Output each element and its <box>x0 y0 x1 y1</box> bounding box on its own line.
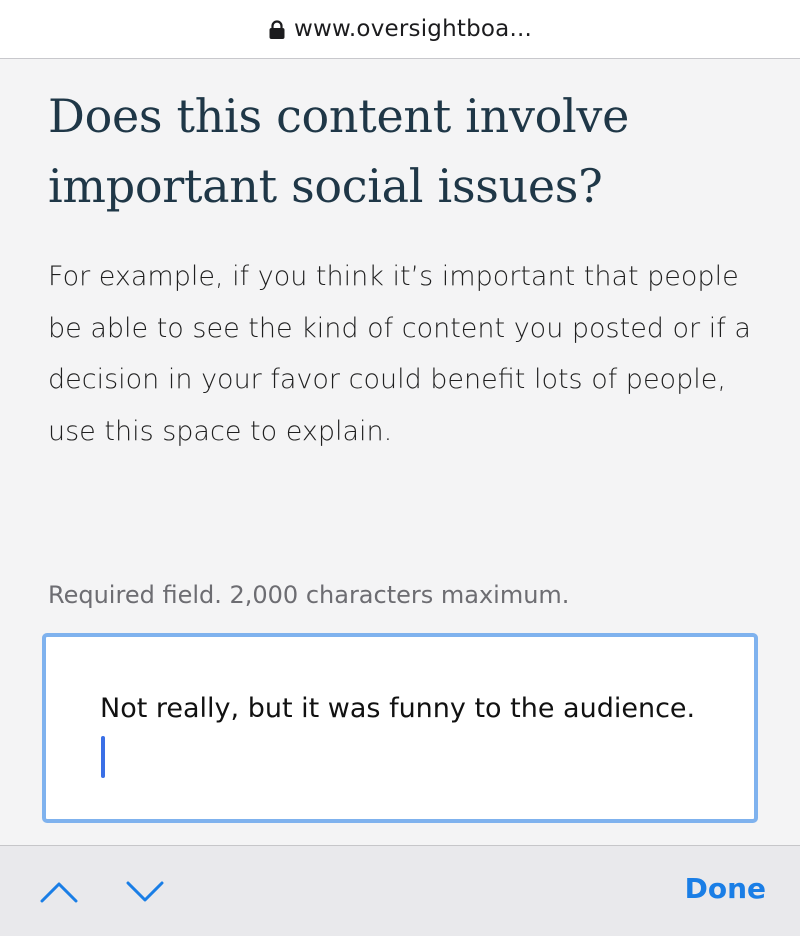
url-text: www.oversightboa... <box>294 16 532 42</box>
text-caret <box>101 736 105 778</box>
lock-icon <box>269 20 285 39</box>
next-field-button[interactable] <box>122 874 168 910</box>
answer-text: Not really, but it was funny to the audi… <box>100 693 696 724</box>
page-content: Does this content involve important soci… <box>0 59 800 845</box>
address-bar[interactable]: www.oversightboa... <box>0 0 800 59</box>
question-heading: Does this content involve important soci… <box>48 89 630 213</box>
answer-text-container: Not really, but it was funny to the audi… <box>100 683 700 785</box>
required-field-hint: Required field. 2,000 characters maximum… <box>48 581 570 609</box>
done-button[interactable]: Done <box>685 872 766 905</box>
question-description: For example, if you think it’s important… <box>48 261 751 447</box>
chevron-down-icon <box>126 881 164 902</box>
chevron-up-icon <box>40 882 78 903</box>
keyboard-accessory-toolbar: Done <box>0 845 800 936</box>
previous-field-button[interactable] <box>36 874 82 910</box>
answer-textarea[interactable]: Not really, but it was funny to the audi… <box>42 633 758 823</box>
